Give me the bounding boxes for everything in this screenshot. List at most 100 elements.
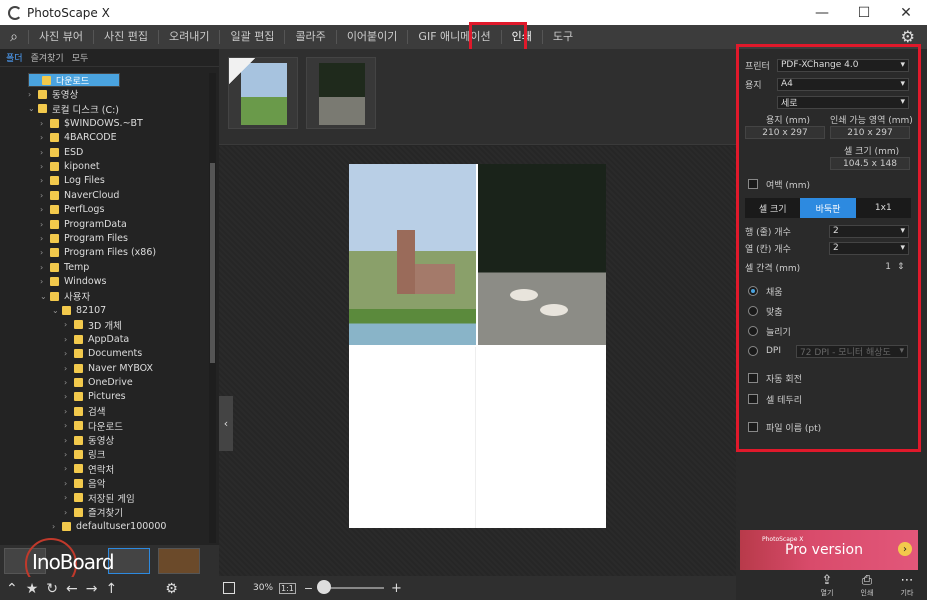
tree-item[interactable]: › 검색 (64, 404, 105, 418)
collapse-panel-button[interactable]: ‹ (219, 396, 233, 451)
print-button[interactable]: ⎙ 인쇄 (847, 573, 887, 598)
tree-item[interactable]: › kiponet (40, 159, 100, 173)
tree-item[interactable]: › 동영상 (28, 87, 78, 101)
tab-all[interactable]: 모두 (72, 51, 89, 64)
tree-item[interactable]: › $WINDOWS.~BT (40, 116, 143, 130)
expand-arrow-icon[interactable]: › (64, 493, 74, 502)
menu-photo-viewer[interactable]: 사진 뷰어 (28, 30, 93, 44)
back-icon[interactable]: ← (66, 581, 78, 597)
tree-item[interactable]: › 저장된 게임 (64, 491, 135, 505)
tree-item[interactable]: › 즐겨찾기 (64, 505, 123, 519)
tree-item[interactable]: › 3D 개체 (64, 318, 122, 332)
expand-arrow-icon[interactable]: › (40, 220, 50, 229)
zoom-out-button[interactable]: − (304, 582, 313, 595)
expand-arrow-icon[interactable]: › (64, 464, 74, 473)
zoom-slider[interactable] (324, 587, 384, 589)
tree-item[interactable]: › Documents (64, 347, 142, 361)
expand-arrow-icon[interactable]: › (64, 436, 74, 445)
expand-arrow-icon[interactable]: › (40, 263, 50, 272)
expand-arrow-icon[interactable]: › (64, 407, 74, 416)
settings-icon[interactable]: ⚙ (165, 581, 178, 597)
zoom-in-button[interactable]: + (391, 581, 402, 596)
expand-arrow-icon[interactable]: › (64, 450, 74, 459)
tree-item[interactable]: › Log Files (40, 174, 105, 188)
tree-item[interactable]: ⌄ 로컬 디스크 (C:) (28, 102, 119, 116)
search-icon[interactable]: ⌕ (0, 29, 28, 45)
tree-item[interactable]: › ESD (40, 145, 83, 159)
pro-version-banner[interactable]: PhotoScape X Pro version › (740, 530, 918, 570)
expand-arrow-icon[interactable]: › (40, 248, 50, 257)
menu-cut-out[interactable]: 오려내기 (157, 30, 219, 44)
tree-item[interactable]: › ProgramData (40, 217, 127, 231)
maximize-button[interactable]: ☐ (843, 0, 885, 25)
expand-arrow-icon[interactable]: › (64, 392, 74, 401)
forward-icon[interactable]: → (86, 581, 98, 597)
expand-arrow-icon[interactable]: › (40, 234, 50, 243)
expand-arrow-icon[interactable]: › (40, 277, 50, 286)
expand-arrow-icon[interactable]: › (64, 479, 74, 488)
open-button[interactable]: ⇪ 열기 (807, 573, 847, 598)
tree-item[interactable]: › 연락처 (64, 462, 114, 476)
tab-favorites[interactable]: 즐겨찾기 (31, 51, 64, 64)
tree-item[interactable]: › Temp (40, 260, 89, 274)
expand-arrow-icon[interactable]: › (64, 335, 74, 344)
thumb-item-selected[interactable] (108, 548, 150, 574)
refresh-icon[interactable]: ↻ (46, 581, 58, 597)
menu-collage[interactable]: 콜라주 (284, 30, 335, 44)
expand-arrow-icon[interactable]: › (64, 378, 74, 387)
tree-item[interactable]: › 음악 (64, 476, 105, 490)
tree-item[interactable]: › PerfLogs (40, 203, 104, 217)
expand-arrow-icon[interactable]: › (40, 148, 50, 157)
menu-combine[interactable]: 이어붙이기 (335, 30, 408, 44)
menu-batch[interactable]: 일괄 편집 (219, 30, 284, 44)
tree-item[interactable]: › NaverCloud (40, 188, 119, 202)
expand-arrow-icon[interactable]: ⌄ (40, 292, 50, 301)
minimize-button[interactable]: — (801, 0, 843, 25)
tree-item[interactable]: › 4BARCODE (40, 131, 117, 145)
expand-arrow-icon[interactable]: › (28, 90, 38, 99)
tree-item[interactable]: ⌄ 82107 (52, 303, 106, 317)
expand-arrow-icon[interactable]: ⌄ (52, 306, 62, 315)
expand-arrow-icon[interactable]: › (40, 176, 50, 185)
expand-arrow-icon[interactable]: › (40, 191, 50, 200)
tree-item[interactable]: › OneDrive (64, 375, 133, 389)
expand-arrow-icon[interactable]: › (64, 320, 74, 329)
expand-arrow-icon[interactable]: › (40, 162, 50, 171)
expand-arrow-icon[interactable]: ⌄ (28, 104, 38, 113)
expand-arrow-icon[interactable]: › (40, 205, 50, 214)
tree-item[interactable]: › Program Files (x86) (40, 246, 156, 260)
expand-arrow-icon[interactable]: › (40, 119, 50, 128)
expand-arrow-icon[interactable]: › (40, 133, 50, 142)
tree-item[interactable]: ⌄ 사용자 (40, 289, 90, 303)
tree-item[interactable]: › Naver MYBOX (64, 361, 153, 375)
menu-photo-editor[interactable]: 사진 편집 (92, 30, 158, 44)
tree-item[interactable]: › Pictures (64, 390, 126, 404)
tab-folder[interactable]: 폴더 (6, 51, 23, 64)
more-button[interactable]: ⋯ 기타 (887, 573, 927, 598)
photo-thumb-church[interactable] (228, 57, 298, 129)
expand-arrow-icon[interactable]: › (64, 508, 74, 517)
menu-tools[interactable]: 도구 (541, 30, 583, 44)
expand-arrow-icon[interactable]: › (64, 421, 74, 430)
parent-icon[interactable]: ↑ (106, 581, 118, 597)
zoom-slider-handle[interactable] (317, 580, 331, 594)
thumb-item[interactable] (158, 548, 200, 574)
tree-item[interactable]: › defaultuser100000 (52, 519, 166, 533)
tree-item[interactable]: 다운로드 (28, 73, 121, 87)
tree-item[interactable]: › 동영상 (64, 433, 114, 447)
tree-item[interactable]: › Windows (40, 275, 106, 289)
expand-arrow-icon[interactable]: › (64, 349, 74, 358)
tree-item[interactable]: › 링크 (64, 447, 105, 461)
ratio-button[interactable]: 1:1 (279, 582, 296, 594)
expand-arrow-icon[interactable]: › (64, 364, 74, 373)
photo-thumb-coffee[interactable] (306, 57, 376, 129)
close-button[interactable]: ✕ (885, 0, 927, 25)
tree-item[interactable]: › AppData (64, 332, 129, 346)
tree-item[interactable]: › Program Files (40, 231, 128, 245)
panel-toggle-icon[interactable] (223, 582, 235, 594)
up-icon[interactable]: ⌃ (6, 581, 18, 597)
expand-arrow-icon[interactable]: › (52, 522, 62, 531)
tree-item[interactable]: › 다운로드 (64, 419, 123, 433)
star-icon[interactable]: ★ (26, 581, 39, 597)
tree-scrollbar[interactable] (209, 73, 216, 543)
